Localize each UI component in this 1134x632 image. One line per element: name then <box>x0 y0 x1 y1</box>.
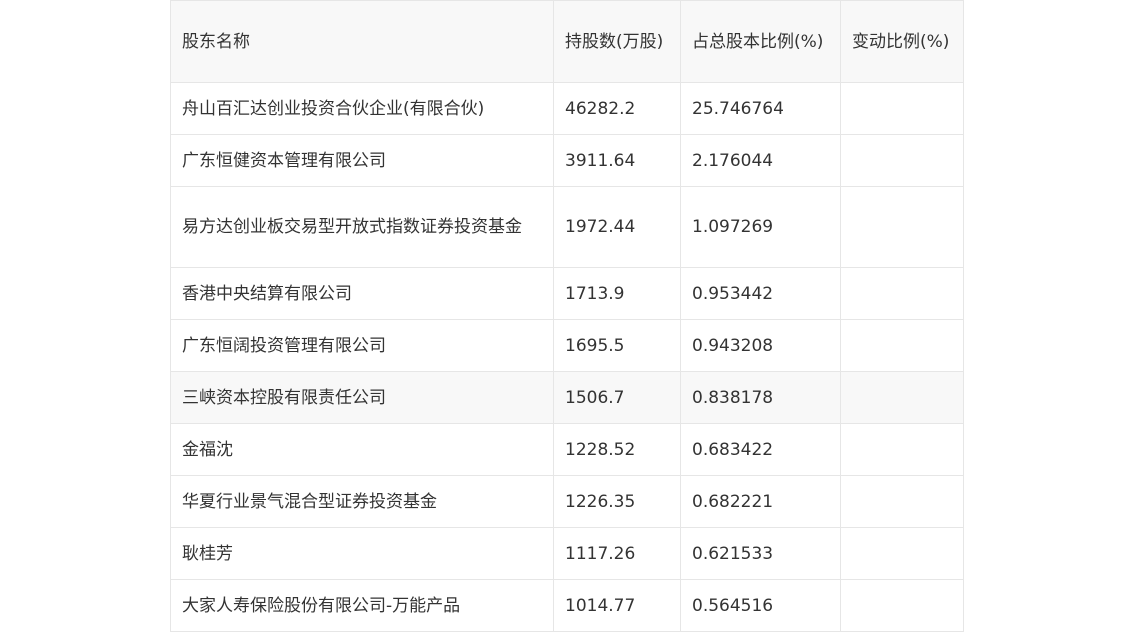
cell-shareholder-name: 耿桂芳 <box>170 527 554 580</box>
cell-shares-held: 1506.7 <box>553 371 681 424</box>
cell-share-ratio: 0.943208 <box>680 319 841 372</box>
table-row: 大家人寿保险股份有限公司-万能产品 1014.77 0.564516 <box>170 579 964 632</box>
cell-change-ratio <box>840 134 964 187</box>
cell-share-ratio: 0.838178 <box>680 371 841 424</box>
header-share-ratio: 占总股本比例(%) <box>680 0 841 83</box>
cell-shares-held: 1228.52 <box>553 423 681 476</box>
header-shareholder-name: 股东名称 <box>170 0 554 83</box>
shareholder-table-container: 股东名称 持股数(万股) 占总股本比例(%) 变动比例(%) 舟山百汇达创业投资… <box>170 0 964 632</box>
header-shares-held: 持股数(万股) <box>553 0 681 83</box>
cell-change-ratio <box>840 186 964 268</box>
table-row: 广东恒阔投资管理有限公司 1695.5 0.943208 <box>170 319 964 372</box>
cell-shares-held: 1695.5 <box>553 319 681 372</box>
cell-shareholder-name: 大家人寿保险股份有限公司-万能产品 <box>170 579 554 632</box>
cell-shareholder-name: 广东恒阔投资管理有限公司 <box>170 319 554 372</box>
cell-change-ratio <box>840 82 964 135</box>
cell-shareholder-name: 三峡资本控股有限责任公司 <box>170 371 554 424</box>
cell-shares-held: 46282.2 <box>553 82 681 135</box>
cell-share-ratio: 1.097269 <box>680 186 841 268</box>
table-row: 耿桂芳 1117.26 0.621533 <box>170 527 964 580</box>
table-header: 股东名称 持股数(万股) 占总股本比例(%) 变动比例(%) <box>170 0 964 83</box>
cell-shares-held: 3911.64 <box>553 134 681 187</box>
table-row: 华夏行业景气混合型证券投资基金 1226.35 0.682221 <box>170 475 964 528</box>
table-row: 三峡资本控股有限责任公司 1506.7 0.838178 <box>170 371 964 424</box>
cell-shares-held: 1226.35 <box>553 475 681 528</box>
table-body: 舟山百汇达创业投资合伙企业(有限合伙) 46282.2 25.746764 广东… <box>170 82 964 632</box>
cell-shares-held: 1713.9 <box>553 267 681 320</box>
cell-shareholder-name: 香港中央结算有限公司 <box>170 267 554 320</box>
cell-change-ratio <box>840 423 964 476</box>
table-row: 舟山百汇达创业投资合伙企业(有限合伙) 46282.2 25.746764 <box>170 82 964 135</box>
table-row: 广东恒健资本管理有限公司 3911.64 2.176044 <box>170 134 964 187</box>
table-row: 易方达创业板交易型开放式指数证券投资基金 1972.44 1.097269 <box>170 186 964 268</box>
cell-shareholder-name: 金福沈 <box>170 423 554 476</box>
cell-shares-held: 1117.26 <box>553 527 681 580</box>
cell-shareholder-name: 广东恒健资本管理有限公司 <box>170 134 554 187</box>
cell-share-ratio: 0.621533 <box>680 527 841 580</box>
cell-change-ratio <box>840 267 964 320</box>
table-row: 香港中央结算有限公司 1713.9 0.953442 <box>170 267 964 320</box>
cell-change-ratio <box>840 579 964 632</box>
cell-change-ratio <box>840 319 964 372</box>
cell-shareholder-name: 易方达创业板交易型开放式指数证券投资基金 <box>170 186 554 268</box>
cell-shareholder-name: 华夏行业景气混合型证券投资基金 <box>170 475 554 528</box>
cell-share-ratio: 2.176044 <box>680 134 841 187</box>
cell-share-ratio: 0.683422 <box>680 423 841 476</box>
cell-change-ratio <box>840 527 964 580</box>
header-row: 股东名称 持股数(万股) 占总股本比例(%) 变动比例(%) <box>170 0 964 83</box>
cell-share-ratio: 25.746764 <box>680 82 841 135</box>
cell-shareholder-name: 舟山百汇达创业投资合伙企业(有限合伙) <box>170 82 554 135</box>
cell-share-ratio: 0.564516 <box>680 579 841 632</box>
table-row: 金福沈 1228.52 0.683422 <box>170 423 964 476</box>
header-change-ratio: 变动比例(%) <box>840 0 964 83</box>
cell-shares-held: 1972.44 <box>553 186 681 268</box>
cell-share-ratio: 0.682221 <box>680 475 841 528</box>
top-shareholders-table: 股东名称 持股数(万股) 占总股本比例(%) 变动比例(%) 舟山百汇达创业投资… <box>170 0 964 632</box>
cell-change-ratio <box>840 371 964 424</box>
cell-share-ratio: 0.953442 <box>680 267 841 320</box>
cell-shares-held: 1014.77 <box>553 579 681 632</box>
cell-change-ratio <box>840 475 964 528</box>
